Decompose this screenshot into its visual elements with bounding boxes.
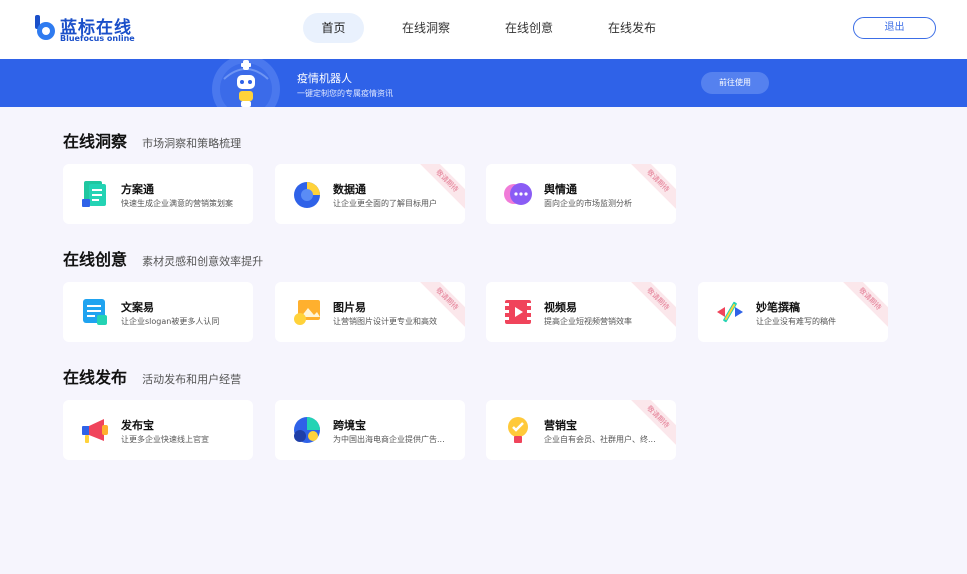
megaphone-icon [82,419,108,443]
card-description: 让更多企业快速线上官宣 [121,435,209,444]
card-miaobizhuangao[interactable]: 妙笔撰稿 让企业没有难写的稿件 敬请期待 [698,282,888,342]
robot-illustration-icon [212,59,280,107]
card-yuqingtong[interactable]: 舆情通 面向企业的市场监测分析 敬请期待 [486,164,676,224]
document-plan-icon [82,181,106,207]
section-insight-header: 在线洞察 市场洞察和策略梳理 [63,128,241,152]
copywriting-icon [83,299,107,325]
card-description: 面向企业的市场监测分析 [544,199,632,208]
card-description: 企业自有会员、社群用户、终... [544,435,656,444]
banner-title: 疫情机器人 [297,72,352,85]
card-description: 快速生成企业满意的营销策划案 [121,199,233,208]
card-name: 数据通 [333,183,366,196]
card-shipinyi[interactable]: 视频易 提高企业短视频营销效率 敬请期待 [486,282,676,342]
card-description: 让企业slogan被更多人认同 [121,317,220,326]
logo[interactable]: 蓝标在线 Bluefocus online [34,12,135,46]
section-creative-header: 在线创意 素材灵感和创意效率提升 [63,246,263,270]
banner-subtitle: 一键定制您的专属疫情资讯 [297,89,393,98]
card-description: 让营销图片设计更专业和高效 [333,317,437,326]
card-name: 方案通 [121,183,154,196]
card-tupianyi[interactable]: 图片易 让营销图片设计更专业和高效 敬请期待 [275,282,465,342]
globe-icon [294,417,320,443]
video-film-icon [505,300,531,324]
card-name: 文案易 [121,301,154,314]
top-header: 蓝标在线 Bluefocus online 首页 在线洞察 在线创意 在线发布 … [0,0,967,59]
promo-banner: 疫情机器人 一键定制您的专属疫情资讯 前往使用 [0,59,967,107]
section-title: 在线洞察 [63,132,128,151]
section-publish-header: 在线发布 活动发布和用户经营 [63,364,241,388]
card-fangantong[interactable]: 方案通 快速生成企业满意的营销策划案 [63,164,253,224]
logout-button[interactable]: 退出 [853,17,936,39]
card-name: 视频易 [544,301,577,314]
card-name: 营销宝 [544,419,577,432]
nav-insight[interactable]: 在线洞察 [395,13,457,43]
lightbulb-icon [508,417,528,443]
section-title: 在线创意 [63,250,128,269]
card-description: 提高企业短视频营销效率 [544,317,632,326]
card-name: 妙笔撰稿 [756,301,800,314]
nav-home[interactable]: 首页 [303,13,364,43]
logo-b-icon [35,15,55,40]
logo-subtitle: Bluefocus online [60,34,135,43]
pen-icon [717,301,743,323]
card-name: 发布宝 [121,419,154,432]
card-yingxiaobao[interactable]: 营销宝 企业自有会员、社群用户、终... 敬请期待 [486,400,676,460]
chat-bubble-icon [504,183,532,205]
card-shujutong[interactable]: 数据通 让企业更全面的了解目标用户 敬请期待 [275,164,465,224]
section-subtitle: 市场洞察和策略梳理 [142,137,242,150]
section-title: 在线发布 [63,368,128,387]
nav-publish[interactable]: 在线发布 [601,13,663,43]
card-name: 跨境宝 [333,419,366,432]
card-description: 为中国出海电商企业提供广告... [333,435,445,444]
card-name: 图片易 [333,301,366,314]
section-subtitle: 活动发布和用户经营 [142,373,242,386]
card-description: 让企业更全面的了解目标用户 [333,199,437,208]
card-wenanyi[interactable]: 文案易 让企业slogan被更多人认同 [63,282,253,342]
section-subtitle: 素材灵感和创意效率提升 [142,255,264,268]
card-kuajingbao[interactable]: 跨境宝 为中国出海电商企业提供广告... [275,400,465,460]
nav-creative[interactable]: 在线创意 [498,13,560,43]
image-icon [294,300,320,325]
card-fabubao[interactable]: 发布宝 让更多企业快速线上官宣 [63,400,253,460]
card-name: 舆情通 [544,183,577,196]
data-chart-icon [294,182,320,208]
banner-go-button[interactable]: 前往使用 [701,72,769,94]
card-description: 让企业没有难写的稿件 [756,317,836,326]
